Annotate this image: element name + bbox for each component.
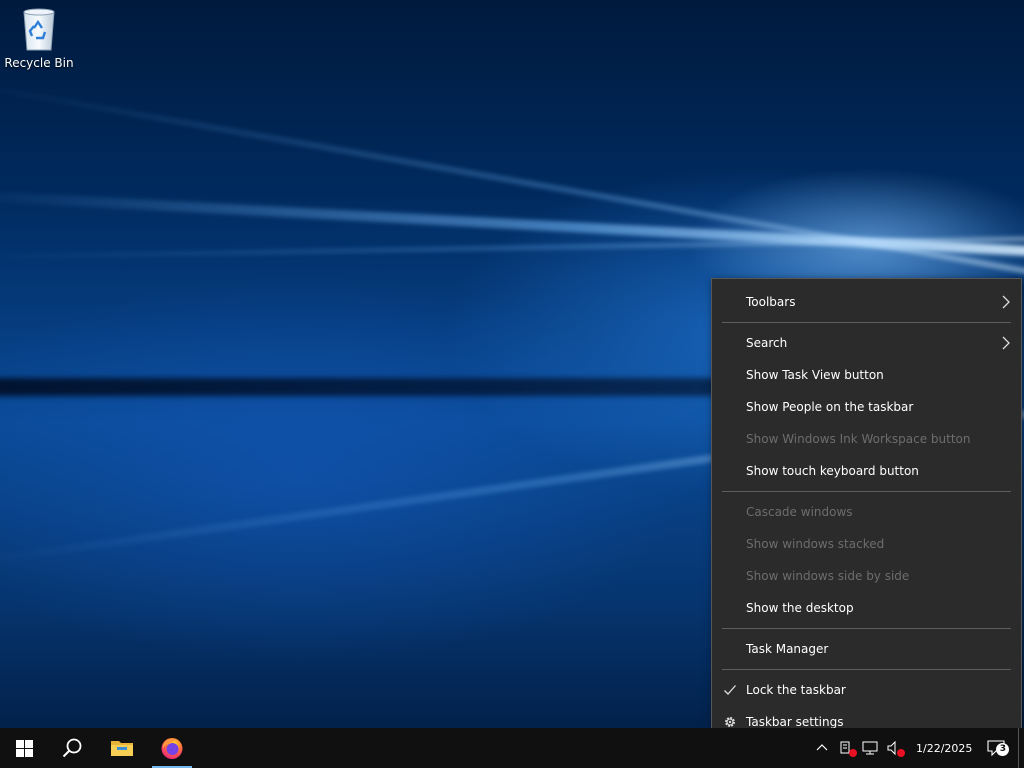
gear-icon bbox=[725, 717, 735, 727]
menu-item-show-windows-side-by-side: Show windows side by side bbox=[712, 560, 1021, 592]
menu-item-show-the-desktop[interactable]: Show the desktop bbox=[712, 592, 1021, 624]
action-center-icon[interactable]: 3 bbox=[986, 738, 1010, 758]
chevron-right-icon bbox=[1002, 295, 1010, 309]
menu-separator bbox=[722, 491, 1011, 492]
menu-item-show-windows-ink-workspace-button: Show Windows Ink Workspace button bbox=[712, 423, 1021, 455]
error-badge bbox=[849, 749, 857, 757]
menu-item-label: Show Windows Ink Workspace button bbox=[746, 432, 971, 446]
menu-item-label: Task Manager bbox=[746, 642, 829, 656]
menu-separator bbox=[722, 628, 1011, 629]
wallpaper-light-beam bbox=[0, 235, 1024, 260]
system-tray: 1/22/2025 3 bbox=[812, 728, 1010, 768]
checkmark-icon bbox=[724, 685, 736, 695]
menu-item-label: Show windows side by side bbox=[746, 569, 910, 583]
taskbar-context-menu: Toolbars Search Show Task View button Sh… bbox=[711, 278, 1022, 745]
file-explorer-button[interactable] bbox=[98, 728, 146, 768]
desktop-background[interactable]: Recycle Bin Toolbars Search Show Task Vi… bbox=[0, 0, 1024, 768]
menu-separator bbox=[722, 322, 1011, 323]
desktop-icon-label: Recycle Bin bbox=[4, 56, 74, 70]
menu-item-cascade-windows: Cascade windows bbox=[712, 496, 1021, 528]
menu-item-label: Show touch keyboard button bbox=[746, 464, 919, 478]
firefox-button[interactable] bbox=[148, 728, 196, 768]
show-desktop-button[interactable] bbox=[1018, 728, 1024, 768]
menu-item-label: Toolbars bbox=[746, 295, 796, 309]
menu-item-label: Taskbar settings bbox=[746, 715, 844, 729]
folder-icon bbox=[111, 741, 133, 756]
menu-item-label: Show People on the taskbar bbox=[746, 400, 914, 414]
search-button[interactable] bbox=[48, 728, 96, 768]
menu-item-show-touch-keyboard-button[interactable]: Show touch keyboard button bbox=[712, 455, 1021, 487]
wallpaper-dark-band bbox=[0, 378, 720, 396]
firefox-icon bbox=[161, 738, 183, 759]
menu-item-label: Show Task View button bbox=[746, 368, 884, 382]
menu-item-show-people-on-taskbar[interactable]: Show People on the taskbar bbox=[712, 391, 1021, 423]
notification-count-badge: 3 bbox=[996, 743, 1010, 756]
menu-item-label: Cascade windows bbox=[746, 505, 853, 519]
network-icon[interactable] bbox=[860, 738, 880, 758]
muted-badge bbox=[897, 749, 905, 757]
menu-item-label: Show windows stacked bbox=[746, 537, 885, 551]
desktop-icon-recycle-bin[interactable]: Recycle Bin bbox=[4, 6, 74, 70]
menu-separator bbox=[722, 669, 1011, 670]
printer-error-icon[interactable] bbox=[836, 738, 857, 758]
menu-item-label: Search bbox=[746, 336, 788, 350]
menu-item-task-manager[interactable]: Task Manager bbox=[712, 633, 1021, 665]
chevron-up-icon[interactable] bbox=[812, 738, 832, 758]
menu-item-show-windows-stacked: Show windows stacked bbox=[712, 528, 1021, 560]
menu-item-lock-the-taskbar[interactable]: Lock the taskbar bbox=[712, 674, 1021, 706]
windows-logo-icon bbox=[15, 739, 33, 757]
start-button[interactable] bbox=[0, 728, 48, 768]
menu-item-toolbars[interactable]: Toolbars bbox=[712, 286, 1021, 318]
menu-item-label: Show the desktop bbox=[746, 601, 854, 615]
taskbar[interactable]: 1/22/2025 3 bbox=[0, 728, 1024, 768]
clock-date[interactable]: 1/22/2025 bbox=[908, 742, 980, 755]
menu-item-search[interactable]: Search bbox=[712, 327, 1021, 359]
search-icon bbox=[62, 738, 82, 758]
volume-muted-icon[interactable] bbox=[884, 738, 905, 758]
recycle-bin-icon bbox=[23, 8, 55, 51]
menu-item-show-task-view-button[interactable]: Show Task View button bbox=[712, 359, 1021, 391]
menu-item-label: Lock the taskbar bbox=[746, 683, 846, 697]
chevron-right-icon bbox=[1002, 336, 1010, 350]
